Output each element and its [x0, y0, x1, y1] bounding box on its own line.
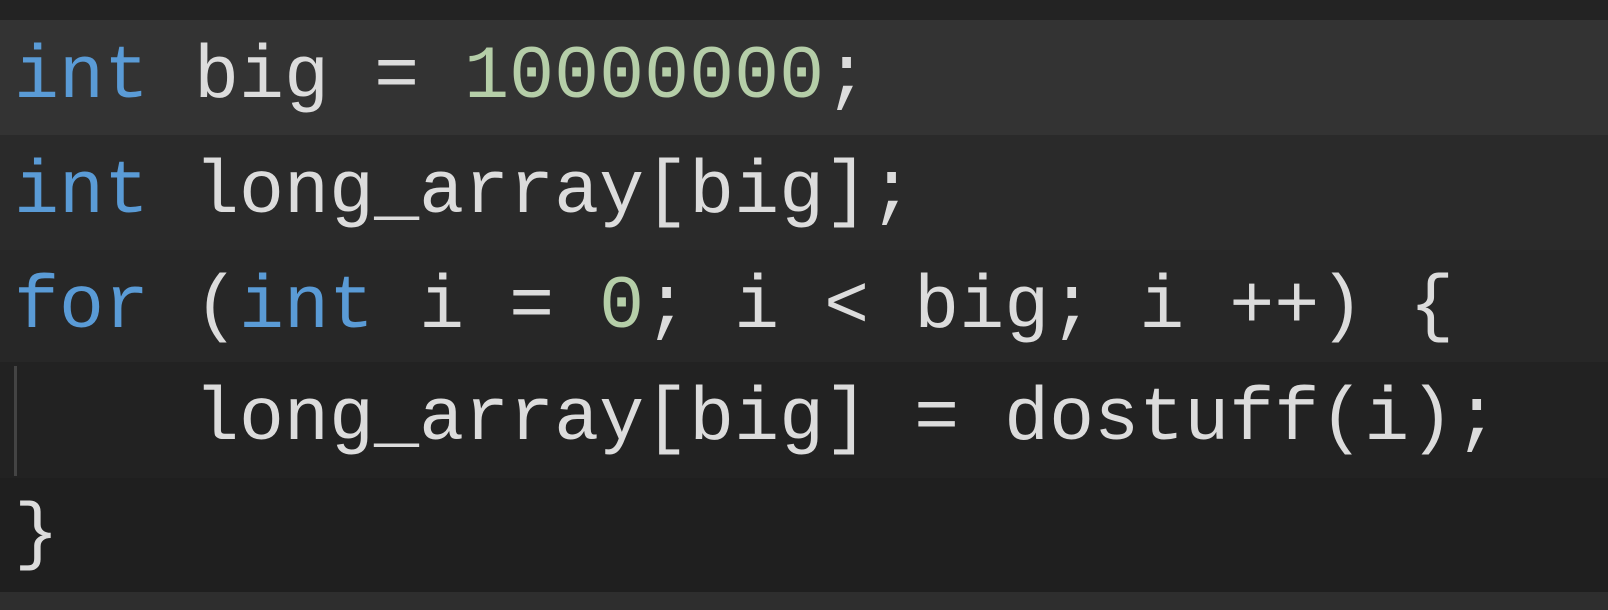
code-token-plain: ; i < big; i ++) { [644, 265, 1455, 350]
previous-line-partial [0, 0, 1608, 20]
code-line[interactable]: int long_array[big]; [0, 135, 1608, 250]
code-token-keyword: int [239, 265, 375, 350]
code-line-current[interactable]: int big = 10000000; [0, 20, 1608, 135]
code-token-number: 0 [599, 265, 645, 350]
code-token-plain: } [14, 493, 60, 578]
code-line[interactable]: long_array[big] = dostuff(i); [0, 362, 1608, 478]
code-token-keyword: int [14, 150, 150, 235]
code-line[interactable]: for (int i = 0; i < big; i ++) { [0, 250, 1608, 362]
code-token-plain: big = [149, 35, 465, 120]
code-token-number: 10000000 [464, 35, 825, 120]
code-line[interactable]: } [0, 478, 1608, 592]
code-token-plain: ; [824, 35, 870, 120]
code-editor[interactable]: int big = 10000000; int long_array[big];… [0, 0, 1608, 610]
indent-guide [14, 366, 17, 476]
code-token-plain: i = [374, 265, 600, 350]
code-token-keyword: for [14, 265, 150, 350]
code-token-plain: ( [149, 265, 240, 350]
next-line-partial [0, 592, 1608, 610]
code-token-plain: long_array[big]; [149, 150, 915, 235]
code-token-plain: long_array[big] = dostuff(i); [14, 377, 1500, 462]
code-token-keyword: int [14, 35, 150, 120]
